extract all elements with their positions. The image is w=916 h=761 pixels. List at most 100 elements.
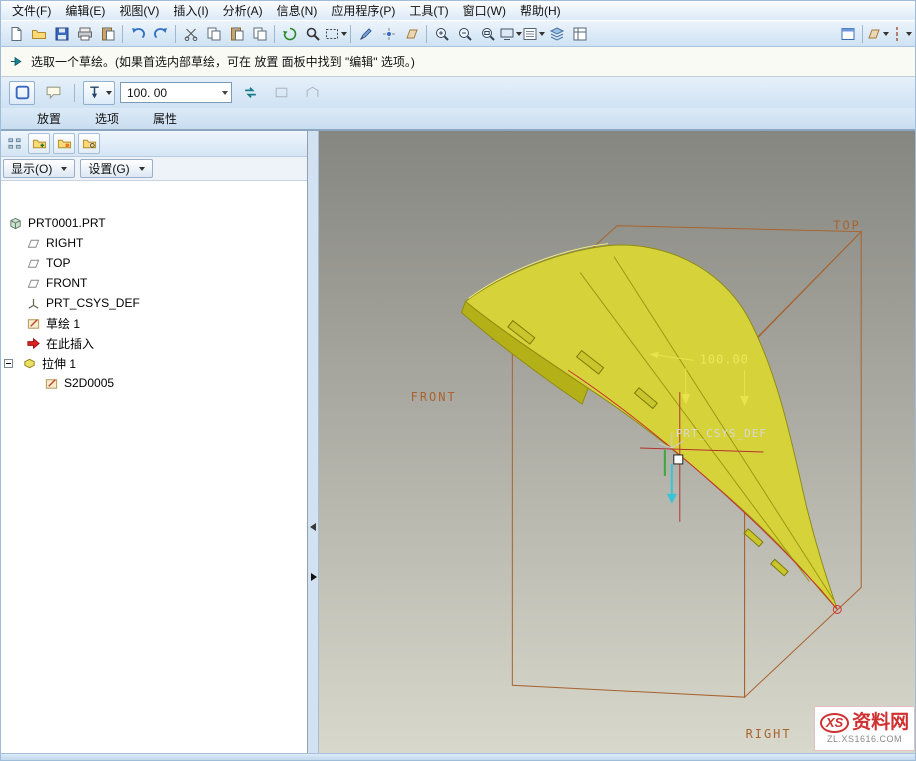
sketch-collector-button[interactable]	[9, 81, 35, 105]
menu-view[interactable]: 视图(V)	[112, 1, 166, 20]
menu-insert[interactable]: 插入(I)	[166, 1, 215, 20]
new-button[interactable]	[4, 22, 27, 45]
saved-views-icon	[522, 26, 538, 42]
print-button[interactable]	[73, 22, 96, 45]
show-dropdown[interactable]: 显示(O)	[3, 159, 75, 178]
menu-info[interactable]: 信息(N)	[270, 1, 325, 20]
tree-item-label: PRT0001.PRT	[28, 216, 106, 230]
select-filter-button[interactable]	[324, 22, 347, 45]
menu-analysis[interactable]: 分析(A)	[216, 1, 270, 20]
chevron-down-icon	[61, 167, 67, 171]
datum-plane-icon	[25, 255, 41, 271]
tree-columns-icon	[7, 136, 22, 151]
new-window-button[interactable]	[836, 22, 859, 45]
open-button[interactable]	[27, 22, 50, 45]
tree-item-label: FRONT	[46, 276, 87, 290]
depth-value: 100. 00	[127, 86, 167, 100]
tree-item-s2d0005[interactable]: S2D0005	[1, 373, 307, 393]
expand-panel-arrow-icon[interactable]	[311, 573, 317, 581]
message-bar: 选取一个草绘。(如果首选内部草绘，可在 放置 面板中找到 "编辑" 选项。)	[1, 47, 915, 77]
tree-item-part[interactable]: PRT0001.PRT	[1, 213, 307, 233]
print-setup-button[interactable]	[96, 22, 119, 45]
viewport: TOP FRONT RIGHT	[319, 131, 915, 753]
reorient-button[interactable]	[499, 22, 522, 45]
depth-type-button[interactable]	[83, 81, 115, 105]
menu-help[interactable]: 帮助(H)	[513, 1, 568, 20]
thicken-sketch-button[interactable]	[268, 81, 294, 105]
tree-item-label: 在此插入	[46, 335, 94, 352]
sketch-tool-button[interactable]	[354, 22, 377, 45]
annotation-display-icon	[889, 26, 905, 42]
flip-direction-button[interactable]	[237, 81, 263, 105]
datum-plane-icon	[25, 235, 41, 251]
find-button[interactable]	[301, 22, 324, 45]
menu-tools[interactable]: 工具(T)	[402, 1, 455, 20]
tree-item-insert-here[interactable]: 在此插入	[1, 333, 307, 353]
drag-handle[interactable]	[674, 455, 683, 464]
menu-window[interactable]: 窗口(W)	[456, 1, 513, 20]
regenerate-button[interactable]	[278, 22, 301, 45]
cut-button[interactable]	[179, 22, 202, 45]
zoom-in-button[interactable]	[430, 22, 453, 45]
print-icon	[77, 26, 93, 42]
tree-item-sketch1[interactable]: 草绘 1	[1, 313, 307, 333]
menu-file[interactable]: 文件(F)	[5, 1, 58, 20]
view-manager-button[interactable]	[568, 22, 591, 45]
depth-value-input[interactable]: 100. 00	[120, 82, 232, 103]
folder-favorites-button[interactable]	[53, 133, 75, 154]
datum-display-button[interactable]	[866, 22, 889, 45]
tree-item-front-plane[interactable]: FRONT	[1, 273, 307, 293]
tree-item-extrude1[interactable]: 拉伸 1	[1, 353, 307, 373]
tab-options[interactable]: 选项	[95, 110, 119, 127]
datum-plane-tool-button[interactable]	[400, 22, 423, 45]
settings-dropdown[interactable]: 设置(G)	[80, 159, 152, 178]
sketch-icon	[25, 315, 41, 331]
depth-dimension-value[interactable]: 100.00	[700, 352, 749, 366]
menu-edit[interactable]: 编辑(E)	[58, 1, 112, 20]
chevron-down-icon	[906, 32, 912, 36]
collapse-icon[interactable]	[4, 359, 13, 368]
zoom-out-button[interactable]	[453, 22, 476, 45]
panel-sash[interactable]	[308, 131, 319, 753]
3d-canvas[interactable]: TOP FRONT RIGHT	[319, 131, 915, 753]
datum-point-tool-button[interactable]	[377, 22, 400, 45]
paste-button[interactable]	[225, 22, 248, 45]
folder-settings-button[interactable]	[78, 133, 100, 154]
tab-properties[interactable]: 属性	[153, 110, 177, 127]
datum-plane-icon	[25, 275, 41, 291]
undo-button[interactable]	[126, 22, 149, 45]
tree-item-csys[interactable]: PRT_CSYS_DEF	[1, 293, 307, 313]
saved-views-button[interactable]	[522, 22, 545, 45]
right-plane-label: RIGHT	[746, 727, 792, 741]
tree-columns-button[interactable]	[3, 133, 25, 154]
collapse-panel-arrow-icon[interactable]	[310, 523, 316, 531]
copy-icon	[206, 26, 222, 42]
tree-item-right-plane[interactable]: RIGHT	[1, 233, 307, 253]
watermark: XS 资料网 ZL.XS1616.COM	[814, 706, 915, 751]
layers-button[interactable]	[545, 22, 568, 45]
paste-special-button[interactable]	[248, 22, 271, 45]
model-tree-panel: 显示(O) 设置(G) PRT0001.PRT RIGHT	[1, 131, 308, 753]
folder-new-button[interactable]	[28, 133, 50, 154]
tab-placement[interactable]: 放置	[37, 110, 61, 127]
layers-icon	[549, 26, 565, 42]
toolbar-separator	[350, 25, 351, 43]
menu-applications[interactable]: 应用程序(P)	[324, 1, 402, 20]
capped-ends-button[interactable]	[299, 81, 325, 105]
undo-icon	[130, 26, 146, 42]
regenerate-icon	[282, 26, 298, 42]
redo-button[interactable]	[149, 22, 172, 45]
note-bubble-icon	[45, 84, 62, 101]
annotation-display-button[interactable]	[889, 22, 912, 45]
model-tree-toolbar	[1, 131, 307, 157]
copy-button[interactable]	[202, 22, 225, 45]
application-window: 文件(F) 编辑(E) 视图(V) 插入(I) 分析(A) 信息(N) 应用程序…	[0, 0, 916, 761]
insert-here-icon	[25, 335, 41, 351]
save-button[interactable]	[50, 22, 73, 45]
reorient-icon	[499, 26, 515, 42]
tree-item-top-plane[interactable]: TOP	[1, 253, 307, 273]
refit-button[interactable]	[476, 22, 499, 45]
cut-icon	[183, 26, 199, 42]
viewport-background[interactable]	[319, 131, 915, 753]
placement-note-button[interactable]	[40, 81, 66, 105]
